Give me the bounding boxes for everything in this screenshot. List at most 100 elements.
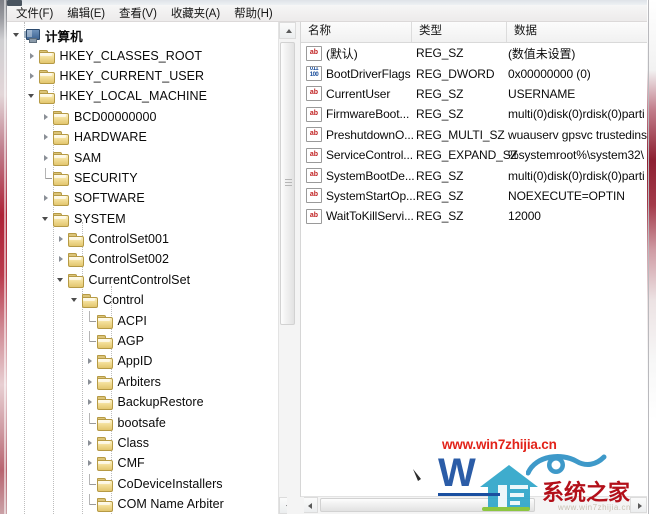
tree-node-hardware[interactable]: HARDWARE xyxy=(7,127,279,147)
tree-node--[interactable]: 计算机 xyxy=(7,25,279,45)
value-row[interactable]: ab SystemBootDe... REG_SZ multi(0)disk(0)rd… xyxy=(301,165,647,185)
tree-node-label: BackupRestore xyxy=(117,395,204,410)
value-row[interactable]: 011 100 BootDriverFlags REG_DWORD 0x00000000… xyxy=(301,63,647,83)
value-type: REG_SZ xyxy=(416,86,464,101)
tree-node-label: Class xyxy=(117,436,150,450)
tree-node-label: ACPI xyxy=(117,313,147,328)
tree-node-control[interactable]: Control xyxy=(7,290,279,310)
scroll-up-button[interactable] xyxy=(279,22,296,39)
tree-node-label: COM Name Arbiter xyxy=(117,497,224,512)
folder-icon xyxy=(53,212,69,227)
value-data: multi(0)disk(0)rdisk(0)parti xyxy=(508,168,645,183)
value-row[interactable]: ab WaitToKillServi... REG_SZ 12000 xyxy=(301,206,647,226)
tree-node-codeviceinstallers[interactable]: CoDeviceInstallers xyxy=(7,473,279,494)
value-data: NOEXECUTE=OPTIN xyxy=(508,188,625,203)
tree-expander-expanded-icon[interactable] xyxy=(26,86,39,106)
column-header-data[interactable]: 数据 xyxy=(506,22,647,42)
folder-icon xyxy=(67,273,84,288)
tree-node-currentcontrolset[interactable]: CurrentControlSet xyxy=(7,270,279,290)
tree-node-com-name-arbiter[interactable]: COM Name Arbiter xyxy=(7,494,279,514)
column-header-name[interactable]: 名称 xyxy=(301,22,411,42)
tree-expander-collapsed-icon[interactable] xyxy=(84,453,97,473)
tree-node-cmf[interactable]: CMF xyxy=(7,453,279,473)
tree-expander-collapsed-icon[interactable] xyxy=(40,148,53,168)
string-value-icon: ab xyxy=(306,147,322,163)
menu-help[interactable]: 帮助(H) xyxy=(227,6,279,22)
tree-node-arbiters[interactable]: Arbiters xyxy=(7,372,279,392)
tree-expander-collapsed-icon[interactable] xyxy=(26,66,39,86)
menu-file[interactable]: 文件(F) xyxy=(7,6,60,22)
tree-node-hkey-classes-root[interactable]: HKEY_CLASSES_ROOT xyxy=(7,45,279,65)
tree-node-system[interactable]: SYSTEM xyxy=(7,209,279,229)
tree-expander-collapsed-icon[interactable] xyxy=(84,372,97,392)
tree-node-label: 计算机 xyxy=(45,29,83,44)
tree-expander-expanded-icon[interactable] xyxy=(55,270,68,290)
tree-node-security[interactable]: SECURITY xyxy=(7,167,279,188)
values-list[interactable]: ab (默认) REG_SZ (数值未设置) 011 100 BootDriverFlags… xyxy=(301,43,647,227)
value-type: REG_SZ xyxy=(416,46,464,61)
tree-node-hkey-current-user[interactable]: HKEY_CURRENT_USER xyxy=(7,66,279,86)
tree-node-hkey-local-machine[interactable]: HKEY_LOCAL_MACHINE xyxy=(7,86,279,106)
pane-splitter[interactable] xyxy=(296,22,300,514)
value-row[interactable]: ab FirmwareBoot... REG_SZ multi(0)disk(0)rd… xyxy=(301,104,647,124)
tree-node-acpi[interactable]: ACPI xyxy=(7,310,279,330)
value-name: SystemBootDe... xyxy=(326,168,415,183)
value-row[interactable]: ab CurrentUser REG_SZ USERNAME xyxy=(301,84,647,104)
tree-expander-expanded-icon[interactable] xyxy=(11,25,24,45)
tree-node-bcd00000000[interactable]: BCD00000000 xyxy=(7,107,279,127)
folder-icon xyxy=(96,477,113,492)
tree-expander-collapsed-icon[interactable] xyxy=(26,46,39,66)
tree-node-label: ControlSet002 xyxy=(88,252,170,267)
value-type: REG_SZ xyxy=(416,107,464,122)
registry-tree[interactable]: 计算机 HKEY_CLASSES_ROOT HKEY_CURRENT_USER HKE… xyxy=(7,22,279,514)
tree-node-agp[interactable]: AGP xyxy=(7,331,279,351)
folder-icon xyxy=(96,375,113,390)
tree-expander-collapsed-icon[interactable] xyxy=(55,229,68,249)
value-row[interactable]: ab PreshutdownO... REG_MULTI_SZ wuauserv gp… xyxy=(301,125,647,145)
tree-node-sam[interactable]: SAM xyxy=(7,147,279,167)
tree-expander-expanded-icon[interactable] xyxy=(40,209,53,229)
value-row[interactable]: ab (默认) REG_SZ (数值未设置) xyxy=(301,43,647,63)
tree-expander-collapsed-icon[interactable] xyxy=(84,392,97,412)
tree-node-appid[interactable]: AppID xyxy=(7,351,279,371)
value-data: %systemroot%\system32\ xyxy=(508,148,644,163)
tree-vertical-scrollbar[interactable] xyxy=(278,22,296,514)
column-header-type[interactable]: 类型 xyxy=(411,22,506,42)
tree-node-label: Control xyxy=(103,293,144,308)
tree-node-class[interactable]: Class xyxy=(7,433,279,453)
folder-icon xyxy=(82,293,98,309)
tree-expander-expanded-icon[interactable] xyxy=(69,290,82,310)
folder-icon xyxy=(96,395,113,411)
scrollbar-thumb-horizontal[interactable] xyxy=(320,498,535,512)
tree-node-controlset001[interactable]: ControlSet001 xyxy=(7,229,279,249)
tree-node-software[interactable]: SOFTWARE xyxy=(7,188,279,208)
scrollbar-thumb[interactable] xyxy=(280,42,295,325)
tree-node-bootsafe[interactable]: bootsafe xyxy=(7,412,279,432)
tree-node-controlset002[interactable]: ControlSet002 xyxy=(7,249,279,269)
value-row[interactable]: ab SystemStartOp... REG_SZ NOEXECUTE=OPTIN xyxy=(301,186,647,206)
tree-expander-collapsed-icon[interactable] xyxy=(84,433,97,453)
tree-node-label: AGP xyxy=(117,334,145,349)
folder-icon xyxy=(67,252,84,268)
tree-expander-collapsed-icon[interactable] xyxy=(40,107,53,127)
tree-expander-collapsed-icon[interactable] xyxy=(84,351,97,371)
folder-icon xyxy=(38,69,55,84)
tree-expander-collapsed-icon[interactable] xyxy=(55,249,68,269)
string-value-icon: ab xyxy=(306,45,322,61)
folder-icon xyxy=(96,334,113,350)
tree-expander-collapsed-icon[interactable] xyxy=(40,188,53,208)
string-value-icon: ab xyxy=(306,86,322,102)
value-data: wuauserv gpsvc trustedins xyxy=(508,127,647,142)
menu-favorites[interactable]: 收藏夹(A) xyxy=(164,6,227,22)
value-name: WaitToKillServi... xyxy=(326,209,414,224)
tree-leaf-connector xyxy=(84,310,97,331)
tree-leaf-connector xyxy=(40,167,53,188)
values-horizontal-scrollbar[interactable] xyxy=(301,496,647,514)
menu-view[interactable]: 查看(V) xyxy=(112,6,164,22)
value-row[interactable]: ab ServiceControl... REG_EXPAND_SZ %systemr… xyxy=(301,145,647,165)
value-name: SystemStartOp... xyxy=(326,188,416,203)
scroll-right-button[interactable] xyxy=(630,497,647,513)
menu-edit[interactable]: 编辑(E) xyxy=(60,6,112,22)
tree-expander-collapsed-icon[interactable] xyxy=(40,127,53,147)
tree-node-backuprestore[interactable]: BackupRestore xyxy=(7,392,279,412)
